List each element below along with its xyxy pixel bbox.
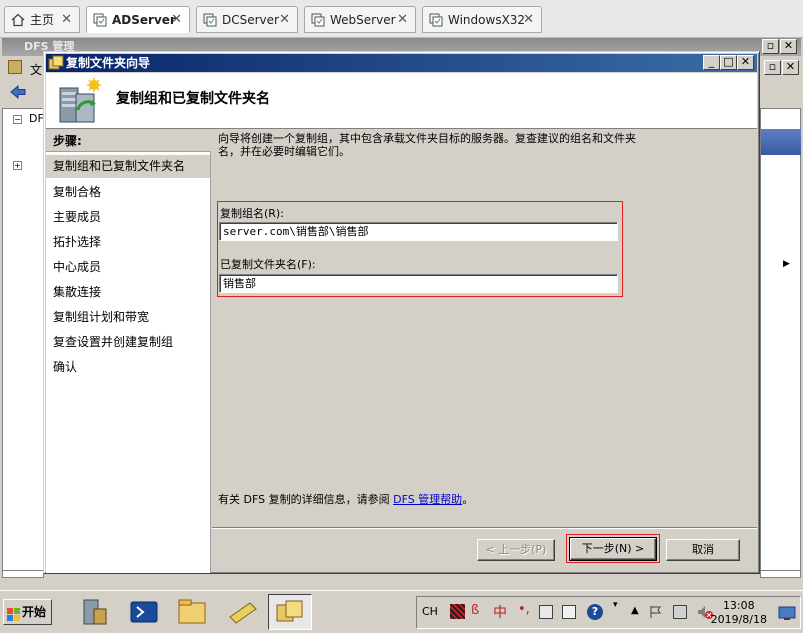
step-item-active: 复制组和已复制文件夹名: [46, 155, 210, 178]
start-label: 开始: [22, 605, 47, 619]
actions-header: [761, 129, 801, 155]
ime-grid-icon[interactable]: [450, 604, 465, 619]
tab-home[interactable]: 主页 ✕: [4, 6, 80, 33]
show-hidden-icons-icon[interactable]: ▲: [631, 605, 639, 616]
close-button[interactable]: ✕: [780, 39, 797, 54]
close-icon[interactable]: ✕: [279, 12, 290, 27]
close-icon[interactable]: ✕: [397, 12, 408, 27]
flag-icon[interactable]: [649, 605, 663, 622]
server-manager-icon[interactable]: [72, 594, 116, 630]
clock-date: 2019/8/18: [710, 613, 767, 626]
help-suffix: 。: [462, 493, 474, 506]
help-icon[interactable]: ?: [587, 604, 603, 620]
language-indicator[interactable]: CH: [422, 605, 438, 618]
wizard-steps-panel: 步骤: 复制组和已复制文件夹名 复制合格 主要成员 拓扑选择 中心成员 集散连接…: [46, 130, 211, 573]
powershell-icon[interactable]: [122, 594, 166, 630]
tab-adserver[interactable]: ADServer ✕: [86, 6, 190, 33]
vm-icon: [93, 13, 107, 27]
tab-dcserver[interactable]: DCServer ✕: [196, 6, 298, 33]
tab-windowsx32[interactable]: WindowsX32 ✕: [422, 6, 542, 33]
vm-icon: [311, 13, 325, 27]
expand-icon[interactable]: +: [13, 161, 22, 170]
wizard-content: 向导将创建一个复制组，其中包含承载文件夹目标的服务器。复查建议的组名和文件夹名，…: [212, 130, 757, 573]
maximize-button[interactable]: □: [720, 55, 737, 70]
step-item: 复制组计划和带宽: [53, 310, 150, 324]
step-item: 确认: [53, 360, 78, 374]
help-text: 有关 DFS 复制的详细信息，请参阅 DFS 管理帮助。: [218, 491, 473, 507]
wizard-header: 复制组和已复制文件夹名: [46, 73, 757, 129]
cancel-button[interactable]: 取消: [666, 539, 740, 561]
step-item: 复查设置并创建复制组: [53, 335, 174, 349]
home-icon: [11, 13, 25, 27]
step-item: 集散连接: [53, 285, 102, 299]
replicate-folder-wizard: 复制文件夹向导 _ □ ✕ 复制组和已复制文件夹名 步骤: 复制组和已复制文件夹…: [43, 51, 760, 574]
step-item: 复制合格: [53, 185, 102, 199]
menu-file[interactable]: 文: [30, 61, 42, 78]
tree-root[interactable]: DF: [29, 112, 44, 125]
vm-icon: [203, 13, 217, 27]
folder-name-label: 已复制文件夹名(F):: [220, 258, 316, 271]
ime-softkeyboard-icon[interactable]: [539, 605, 553, 619]
minimize-button[interactable]: _: [703, 55, 720, 70]
group-name-label: 复制组名(R):: [220, 207, 284, 220]
restore-button[interactable]: ▫: [762, 39, 779, 54]
button-separator: [212, 527, 757, 529]
app-icon: [8, 60, 22, 74]
explorer-icon[interactable]: [170, 594, 214, 630]
clock[interactable]: 13:08 2019/8/18: [711, 599, 767, 627]
server-replication-icon: [54, 78, 102, 129]
tab-webserver[interactable]: WebServer ✕: [304, 6, 416, 33]
wizard-description: 向导将创建一个复制组，其中包含承载文件夹目标的服务器。复查建议的组名和文件夹名，…: [218, 132, 636, 158]
wizard-title: 复制文件夹向导: [66, 56, 151, 70]
mmc-actions-panel: ▶: [760, 108, 801, 578]
clock-time: 13:08: [722, 599, 755, 612]
back-button[interactable]: < 上一步(P): [477, 539, 555, 561]
system-tray: CH ß 中 •, ? ▾ ▲ 13:08 2019/8/18: [416, 596, 801, 629]
steps-header: 步骤:: [46, 130, 211, 152]
ime-logo-icon[interactable]: ß: [471, 603, 479, 618]
tab-label: DCServer: [222, 12, 279, 27]
ime-chinese-mode[interactable]: 中: [493, 602, 507, 622]
child-close-button[interactable]: ✕: [782, 60, 799, 75]
step-item: 主要成员: [53, 210, 102, 224]
ime-tools-icon[interactable]: [562, 605, 576, 619]
dfs-help-link[interactable]: DFS 管理帮助: [393, 493, 462, 506]
collapse-icon[interactable]: −: [13, 115, 22, 124]
folder-name-input[interactable]: 销售部: [219, 274, 618, 293]
group-name-input[interactable]: server.com\销售部\销售部: [219, 222, 618, 241]
network-icon[interactable]: [673, 605, 687, 619]
submenu-arrow-icon[interactable]: ▶: [783, 259, 790, 269]
show-desktop-icon[interactable]: [778, 605, 796, 624]
child-restore-button[interactable]: ▫: [764, 60, 781, 75]
back-arrow-icon[interactable]: [10, 84, 26, 102]
close-icon[interactable]: ✕: [61, 12, 72, 27]
close-icon[interactable]: ✕: [523, 12, 534, 27]
tab-label: 主页: [30, 13, 55, 27]
tab-label: WindowsX32: [448, 12, 526, 27]
browser-tab-bar: 主页 ✕ ADServer ✕ DCServer ✕ WebServer ✕ W…: [0, 0, 803, 38]
wizard-app-icon: [48, 55, 64, 71]
taskbar: 开始 CH ß 中 •, ? ▾ ▲ 13:08 2019/8/18: [0, 590, 803, 633]
next-button[interactable]: 下一步(N) >: [569, 537, 657, 561]
close-icon[interactable]: ✕: [171, 12, 182, 27]
step-item: 拓扑选择: [53, 235, 102, 249]
tab-label: ADServer: [112, 12, 176, 27]
wizard-close-button[interactable]: ✕: [737, 55, 754, 70]
tab-label: WebServer: [330, 12, 396, 27]
dfs-management-taskbar-icon[interactable]: [268, 594, 312, 630]
wizard-header-title: 复制组和已复制文件夹名: [116, 91, 270, 107]
wizard-title-bar: 复制文件夹向导: [46, 54, 757, 72]
ime-options-icon[interactable]: ▾: [613, 600, 618, 610]
notes-icon[interactable]: [220, 594, 264, 630]
step-item: 中心成员: [53, 260, 102, 274]
help-prefix: 有关 DFS 复制的详细信息，请参阅: [218, 493, 390, 506]
mmc-tree-panel: − DF +: [2, 108, 44, 578]
ime-punctuation-icon[interactable]: •,: [518, 602, 530, 617]
windows-logo-icon: [7, 605, 20, 629]
vm-icon: [429, 13, 443, 27]
start-button[interactable]: 开始: [3, 599, 52, 625]
